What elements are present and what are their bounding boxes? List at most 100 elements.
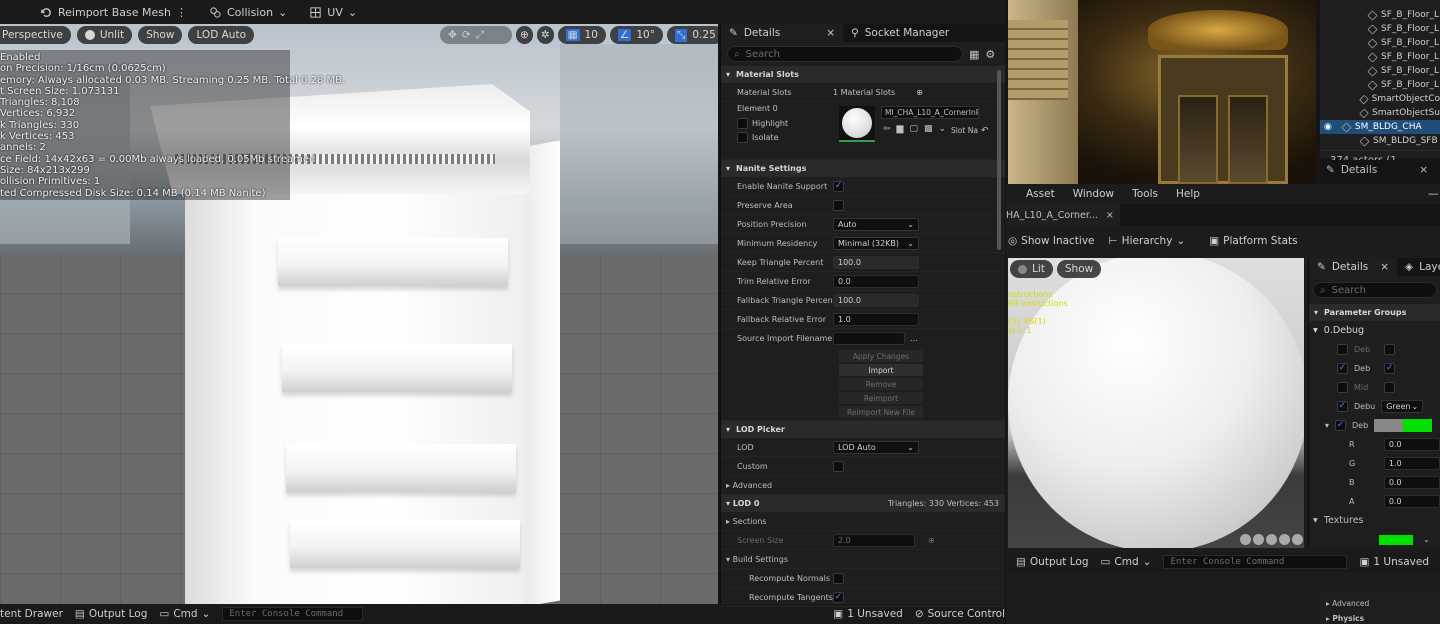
level-viewport[interactable] (1008, 0, 1316, 184)
collision-menu[interactable]: Collision ⌄ (209, 6, 287, 19)
hierarchy-button[interactable]: ⊢ Hierarchy ⌄ (1109, 235, 1186, 247)
lit-button[interactable]: Lit (1010, 260, 1053, 278)
row-build-settings[interactable]: ▾ Build Settings (721, 550, 1005, 569)
row-sections[interactable]: ▸ Sections (721, 512, 1005, 531)
a-input[interactable]: 0.0 (1383, 495, 1440, 508)
outliner-item[interactable]: SmartObjectCo (1334, 92, 1440, 106)
enable-nanite-checkbox[interactable]: ✓ (833, 180, 844, 192)
import-button[interactable]: Import (839, 364, 923, 376)
output-log-button[interactable]: ▤ Output Log (1016, 556, 1089, 568)
tab-details[interactable]: ✎ Details × (1309, 258, 1398, 276)
eye-icon[interactable]: ◉ (1324, 122, 1332, 132)
physics-row[interactable]: ▸ Physics (1320, 608, 1440, 623)
reset-icon[interactable]: ↶ (981, 126, 989, 136)
close-icon[interactable]: × (1106, 210, 1114, 221)
cube-icon[interactable] (1279, 534, 1290, 545)
source-control-button[interactable]: ⊘ Source Control (915, 608, 1005, 620)
rotation-snap-button[interactable]: ∠ 10° (609, 26, 663, 44)
lod-select[interactable]: LOD Auto ⌄ (833, 440, 919, 454)
outliner-item[interactable]: SF_B_Floor_L (1334, 50, 1440, 64)
outliner-item[interactable]: SF_B_Floor_L (1334, 36, 1440, 50)
outliner-item[interactable]: SmartObjectSu (1334, 106, 1440, 120)
category-parameter-groups[interactable]: ▾ Parameter Groups (1309, 304, 1440, 321)
material-picker[interactable]: MI_CHA_L10_A_CornerInR_ (881, 106, 979, 119)
uv-menu[interactable]: UV ⌄ (309, 6, 357, 19)
transform-tools[interactable]: ✥ ⟳ ⤢ (440, 26, 512, 44)
param-override-checkbox[interactable] (1337, 344, 1348, 355)
source-import-input[interactable] (833, 332, 905, 345)
world-space-button[interactable]: ⊕ (516, 26, 533, 44)
unsaved-button[interactable]: ▣ 1 Unsaved (833, 608, 903, 620)
apply-changes-button[interactable]: Apply Changes (839, 350, 923, 362)
menu-help[interactable]: Help (1176, 188, 1200, 200)
view-mode-button[interactable]: Unlit (76, 26, 133, 44)
outliner-item-selected[interactable]: ◉ SM_BLDG_CHA (1320, 120, 1440, 134)
menu-window[interactable]: Window (1073, 188, 1114, 200)
reimport-button[interactable]: Reimport Base Mesh ⋮ (40, 6, 187, 19)
g-input[interactable]: 1.0 (1383, 457, 1440, 470)
scale-icon[interactable]: ⤢ (476, 29, 484, 42)
category-lod-picker[interactable]: ▾ LOD Picker (721, 421, 1005, 438)
material-search-input[interactable]: ⌕ Search (1313, 282, 1437, 298)
keep-triangle-input[interactable]: 100.0 (833, 255, 919, 269)
table-view-icon[interactable]: ▦ (969, 48, 979, 61)
show-button[interactable]: Show (138, 26, 183, 44)
menu-tools[interactable]: Tools (1132, 188, 1158, 200)
param-override-checkbox[interactable]: ✓ (1335, 420, 1347, 431)
reimport-new-file-button[interactable]: Reimport New File (839, 406, 923, 418)
position-precision-select[interactable]: Auto ⌄ (833, 217, 919, 231)
trim-error-input[interactable]: 0.0 (833, 274, 919, 288)
mesh-viewport[interactable]: Enabled on Precision: 1/16cm (0.0625cm) … (0, 24, 718, 604)
lod-button[interactable]: LOD Auto (188, 26, 254, 44)
material-preview-viewport[interactable]: nstructions 69 instructions (3), PS(1) s… (1008, 258, 1304, 548)
outliner-item[interactable]: SF_B_Floor_L (1334, 22, 1440, 36)
cmd-dropdown[interactable]: ▭ Cmd ⌄ (1101, 556, 1152, 568)
param-value-checkbox[interactable] (1384, 344, 1396, 355)
sphere-icon[interactable] (1253, 534, 1264, 545)
content-drawer-button[interactable]: tent Drawer (0, 608, 63, 620)
recompute-normals-checkbox[interactable] (833, 572, 844, 584)
outliner-item[interactable]: SF_B_Floor_L (1334, 64, 1440, 78)
outliner-item[interactable]: SF_B_Floor_L (1334, 8, 1440, 22)
advanced-row[interactable]: ▸ Advanced (1320, 594, 1440, 608)
show-inactive-button[interactable]: ◎ Show Inactive (1008, 235, 1095, 247)
details-search-input[interactable]: ⌕ Search (727, 46, 963, 62)
more-icon[interactable]: ⋮ (176, 6, 187, 19)
color-swatch[interactable] (1374, 419, 1433, 432)
highlight-checkbox[interactable] (737, 118, 748, 129)
category-material-slots[interactable]: ▾ Material Slots (721, 66, 1005, 83)
b-input[interactable]: 0.0 (1383, 476, 1440, 489)
console-input[interactable]: Enter Console Command (1163, 555, 1348, 569)
close-icon[interactable]: × (1419, 164, 1428, 176)
cylinder-icon[interactable] (1240, 534, 1251, 545)
copy-icon[interactable]: ▢ (909, 124, 918, 134)
console-input[interactable]: Enter Console Command (222, 607, 364, 621)
unsaved-button[interactable]: ▣ 1 Unsaved (1359, 556, 1429, 568)
move-icon[interactable]: ✥ (448, 29, 457, 41)
fallback-triangle-input[interactable]: 100.0 (833, 293, 919, 307)
isolate-toggle[interactable]: Isolate (737, 132, 779, 143)
material-thumbnail[interactable] (839, 106, 875, 142)
param-value-checkbox[interactable] (1384, 382, 1396, 393)
add-slot-icon[interactable]: ⊕ (916, 88, 923, 97)
outliner-item[interactable]: SF_B_Floor_L (1334, 78, 1440, 92)
tab-details[interactable]: ✎ Details × (721, 24, 844, 42)
debug-color-select[interactable]: Green ⌄ (1381, 400, 1424, 413)
grid-snap-button[interactable]: ▦ 10 (557, 26, 606, 44)
group-debug[interactable]: ▾ 0.Debug (1309, 321, 1440, 340)
teapot-icon[interactable] (1292, 534, 1303, 545)
outliner-details-tab[interactable]: ✎ Details × (1320, 160, 1440, 180)
recompute-tangents-checkbox[interactable]: ✓ (833, 591, 844, 603)
preserve-area-checkbox[interactable] (833, 199, 844, 211)
browse-icon[interactable]: ▆ (897, 124, 904, 134)
r-input[interactable]: 0.0 (1383, 438, 1440, 451)
close-icon[interactable]: × (1380, 261, 1389, 273)
more-icon[interactable]: … (910, 334, 918, 343)
row-advanced[interactable]: ▸ Advanced (721, 476, 1005, 495)
checker-icon[interactable]: ▩ (924, 124, 933, 134)
category-lod0[interactable]: ▾ LOD 0 Triangles: 330 Vertices: 453 (721, 495, 1005, 512)
cmd-dropdown[interactable]: ▭ Cmd ⌄ (159, 608, 210, 620)
remove-button[interactable]: Remove (839, 378, 923, 390)
platform-stats-button[interactable]: ▣ Platform Stats (1209, 235, 1297, 247)
param-override-checkbox[interactable]: ✓ (1337, 363, 1348, 374)
